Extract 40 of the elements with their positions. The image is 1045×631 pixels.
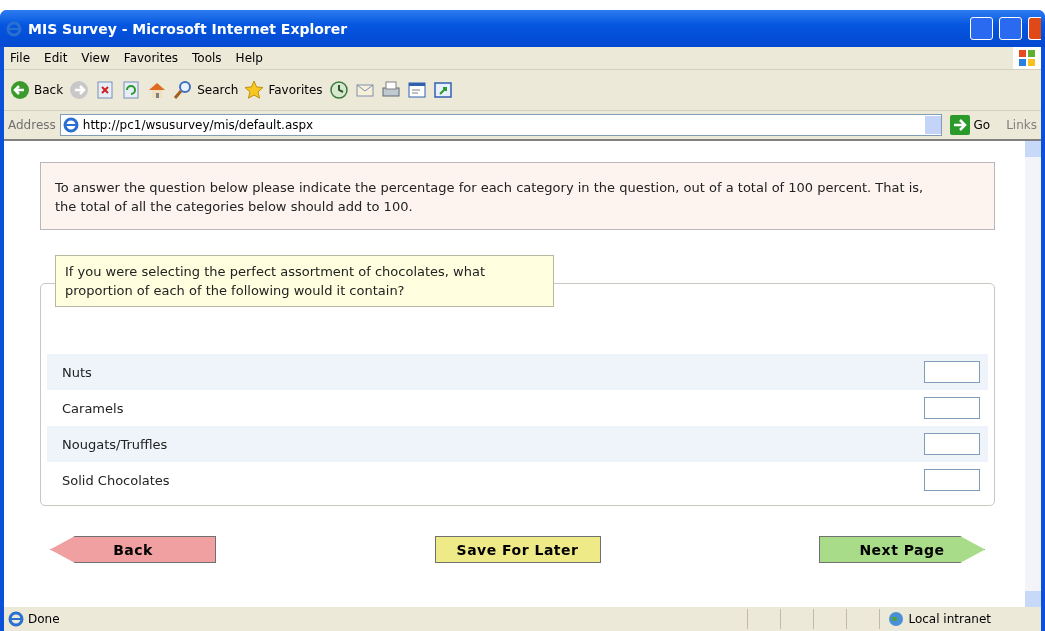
instructions-text: To answer the question below please indicate the percentage for each category in the question, out of a total of 100 percent. That is, the total of all the categories below should add to 100. xyxy=(40,162,995,230)
menu-item[interactable]: Edit xyxy=(38,51,76,65)
go-button[interactable]: Go xyxy=(945,115,1003,135)
back-button[interactable]: Back xyxy=(50,536,216,563)
ie-logo-icon xyxy=(6,20,22,37)
address-label: Address xyxy=(8,118,56,132)
question-text: If you were selecting the perfect assortment of chocolates, what proportion of each of the following would it contain? xyxy=(55,255,554,307)
maximize-button[interactable] xyxy=(999,17,1022,40)
next-button[interactable]: Next Page xyxy=(819,536,985,563)
window-title: MIS Survey - Microsoft Internet Explorer xyxy=(28,20,349,37)
favorites-button[interactable]: Favorites xyxy=(244,80,323,100)
scrollbar[interactable] xyxy=(1025,141,1041,607)
menu-item[interactable]: Help xyxy=(229,51,271,65)
star-icon xyxy=(244,80,265,100)
back-button[interactable]: Back xyxy=(10,80,64,100)
search-button[interactable]: Search xyxy=(173,80,239,100)
status-text: Done xyxy=(28,612,60,626)
category-label: Solid Chocolates xyxy=(62,472,170,488)
menu-item[interactable]: Tools xyxy=(186,51,230,65)
percentage-field[interactable] xyxy=(924,361,980,383)
search-icon xyxy=(173,80,194,100)
category-label: Nougats/Truffles xyxy=(62,436,168,452)
ie-logo-icon xyxy=(62,117,79,133)
percentage-field[interactable] xyxy=(924,469,980,491)
close-button[interactable] xyxy=(1028,17,1041,40)
percentage-field[interactable] xyxy=(924,433,980,455)
category-label: Nuts xyxy=(62,364,92,380)
percentage-field[interactable] xyxy=(924,397,980,419)
zone-text: Local intranet xyxy=(908,612,991,626)
category-label: Caramels xyxy=(62,400,124,416)
menu-item[interactable]: File xyxy=(4,51,39,65)
save-button[interactable]: Save For Later xyxy=(434,536,601,563)
minimize-button[interactable] xyxy=(970,17,993,40)
windows-flag-icon xyxy=(1018,49,1036,67)
address-field[interactable]: http://pc1/wsusurvey/mis/default.aspx xyxy=(59,114,942,136)
globe-icon xyxy=(888,611,905,627)
menu-item[interactable]: Favorites xyxy=(117,51,187,65)
menu-item[interactable]: View xyxy=(75,51,118,65)
arrow-icon xyxy=(949,115,970,135)
ie-logo-icon xyxy=(8,611,24,627)
